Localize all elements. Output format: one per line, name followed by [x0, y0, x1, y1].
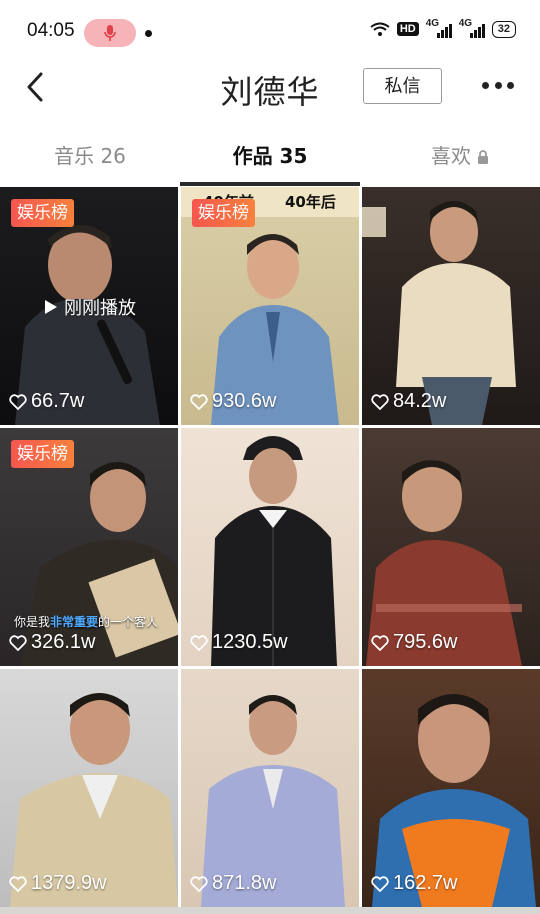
video-thumbnail[interactable]: 795.6w [362, 428, 540, 666]
tab-likes[interactable]: 喜欢 [400, 140, 520, 169]
like-count-value: 1379.9w [31, 872, 107, 894]
more-options-icon[interactable] [482, 82, 514, 90]
just-played-label: 刚刚播放 [64, 298, 136, 319]
ranking-badge: 娱乐榜 [11, 199, 74, 227]
video-subtitle: 你是我非常重要的一个客人 [14, 613, 158, 630]
battery-icon: 32 [491, 20, 516, 38]
lock-icon [478, 150, 488, 164]
video-thumbnail[interactable]: 1230.5w [181, 428, 359, 666]
like-count: 795.6w [371, 631, 458, 654]
like-count: 162.7w [371, 872, 458, 895]
tab-music[interactable]: 音乐 26 [20, 140, 160, 169]
like-count-value: 162.7w [393, 872, 458, 894]
heart-icon [190, 393, 208, 410]
video-thumbnail[interactable]: 娱乐榜 你是我非常重要的一个客人 326.1w [0, 428, 178, 666]
like-count-value: 795.6w [393, 631, 458, 653]
profile-tabs: 音乐 26 作品 35 喜欢 [0, 130, 540, 186]
caption-after: 40年后 [285, 193, 336, 211]
like-count: 1230.5w [190, 631, 288, 654]
system-icons: HD 4G 4G 32 [370, 18, 516, 38]
subtitle-highlight: 非常重要 [50, 615, 99, 629]
heart-icon [190, 875, 208, 892]
heart-icon [371, 634, 389, 651]
video-thumbnail[interactable]: 871.8w [181, 669, 359, 907]
status-bar: 04:05 HD 4G 4G 32 [0, 0, 540, 62]
like-count-value: 1230.5w [212, 631, 288, 653]
like-count-value: 66.7w [31, 390, 85, 412]
like-count: 1379.9w [9, 872, 107, 895]
ranking-badge: 娱乐榜 [192, 199, 255, 227]
like-count: 871.8w [190, 872, 277, 895]
hd-icon: HD [396, 22, 419, 36]
video-thumbnail[interactable]: 84.2w [362, 187, 540, 425]
ranking-badge: 娱乐榜 [11, 440, 74, 468]
heart-icon [9, 875, 27, 892]
next-row-peek [0, 907, 540, 914]
heart-icon [371, 393, 389, 410]
heart-icon [9, 393, 27, 410]
heart-icon [9, 634, 27, 651]
mic-indicator [84, 19, 136, 47]
video-thumbnail[interactable]: 娱乐榜 刚刚播放 66.7w [0, 187, 178, 425]
video-thumbnail[interactable]: 40年前 40年后 娱乐榜 930.6w [181, 187, 359, 425]
profile-header: 刘德华 私信 [0, 62, 540, 116]
subtitle-part: 的一个客人 [98, 615, 159, 629]
heart-icon [371, 875, 389, 892]
status-time: 04:05 [27, 20, 75, 41]
private-message-button[interactable]: 私信 [363, 68, 442, 104]
video-thumbnail[interactable]: 1379.9w [0, 669, 178, 907]
signal-icon-1: 4G [426, 18, 452, 38]
video-thumbnail[interactable]: 162.7w [362, 669, 540, 907]
wifi-icon [370, 22, 390, 36]
like-count-value: 326.1w [31, 631, 96, 653]
heart-icon [190, 634, 208, 651]
like-count-value: 871.8w [212, 872, 277, 894]
like-count: 930.6w [190, 390, 277, 413]
like-count-value: 84.2w [393, 390, 447, 412]
like-count: 84.2w [371, 390, 446, 413]
signal-icon-2: 4G [459, 18, 485, 38]
like-count: 66.7w [9, 390, 84, 413]
like-count: 326.1w [9, 631, 96, 654]
microphone-icon [104, 25, 116, 41]
like-count-value: 930.6w [212, 390, 277, 412]
page-title: 刘德华 [220, 73, 320, 111]
notification-dot [145, 30, 152, 37]
just-played-overlay: 刚刚播放 [44, 294, 136, 320]
play-icon [45, 300, 57, 314]
active-tab-indicator [180, 182, 360, 186]
subtitle-part: 你是我 [14, 615, 51, 629]
tab-works[interactable]: 作品 35 [180, 140, 360, 169]
tab-likes-label: 喜欢 [431, 144, 471, 168]
